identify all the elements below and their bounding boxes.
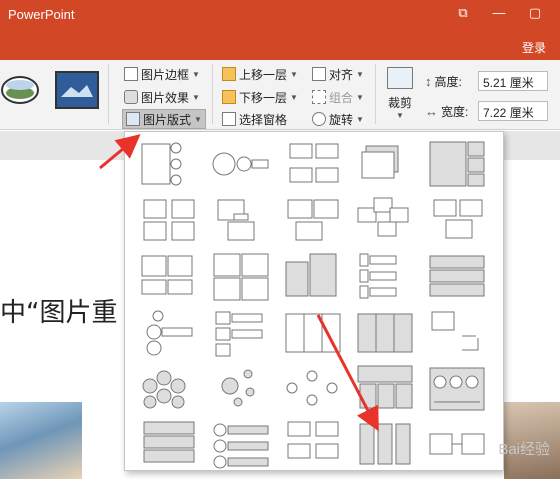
arrow-to-picture-layout <box>99 134 141 170</box>
watermark: Bai经验 <box>498 441 550 458</box>
arrow-to-layout-item <box>316 314 379 432</box>
annotation-arrows <box>99 134 379 432</box>
